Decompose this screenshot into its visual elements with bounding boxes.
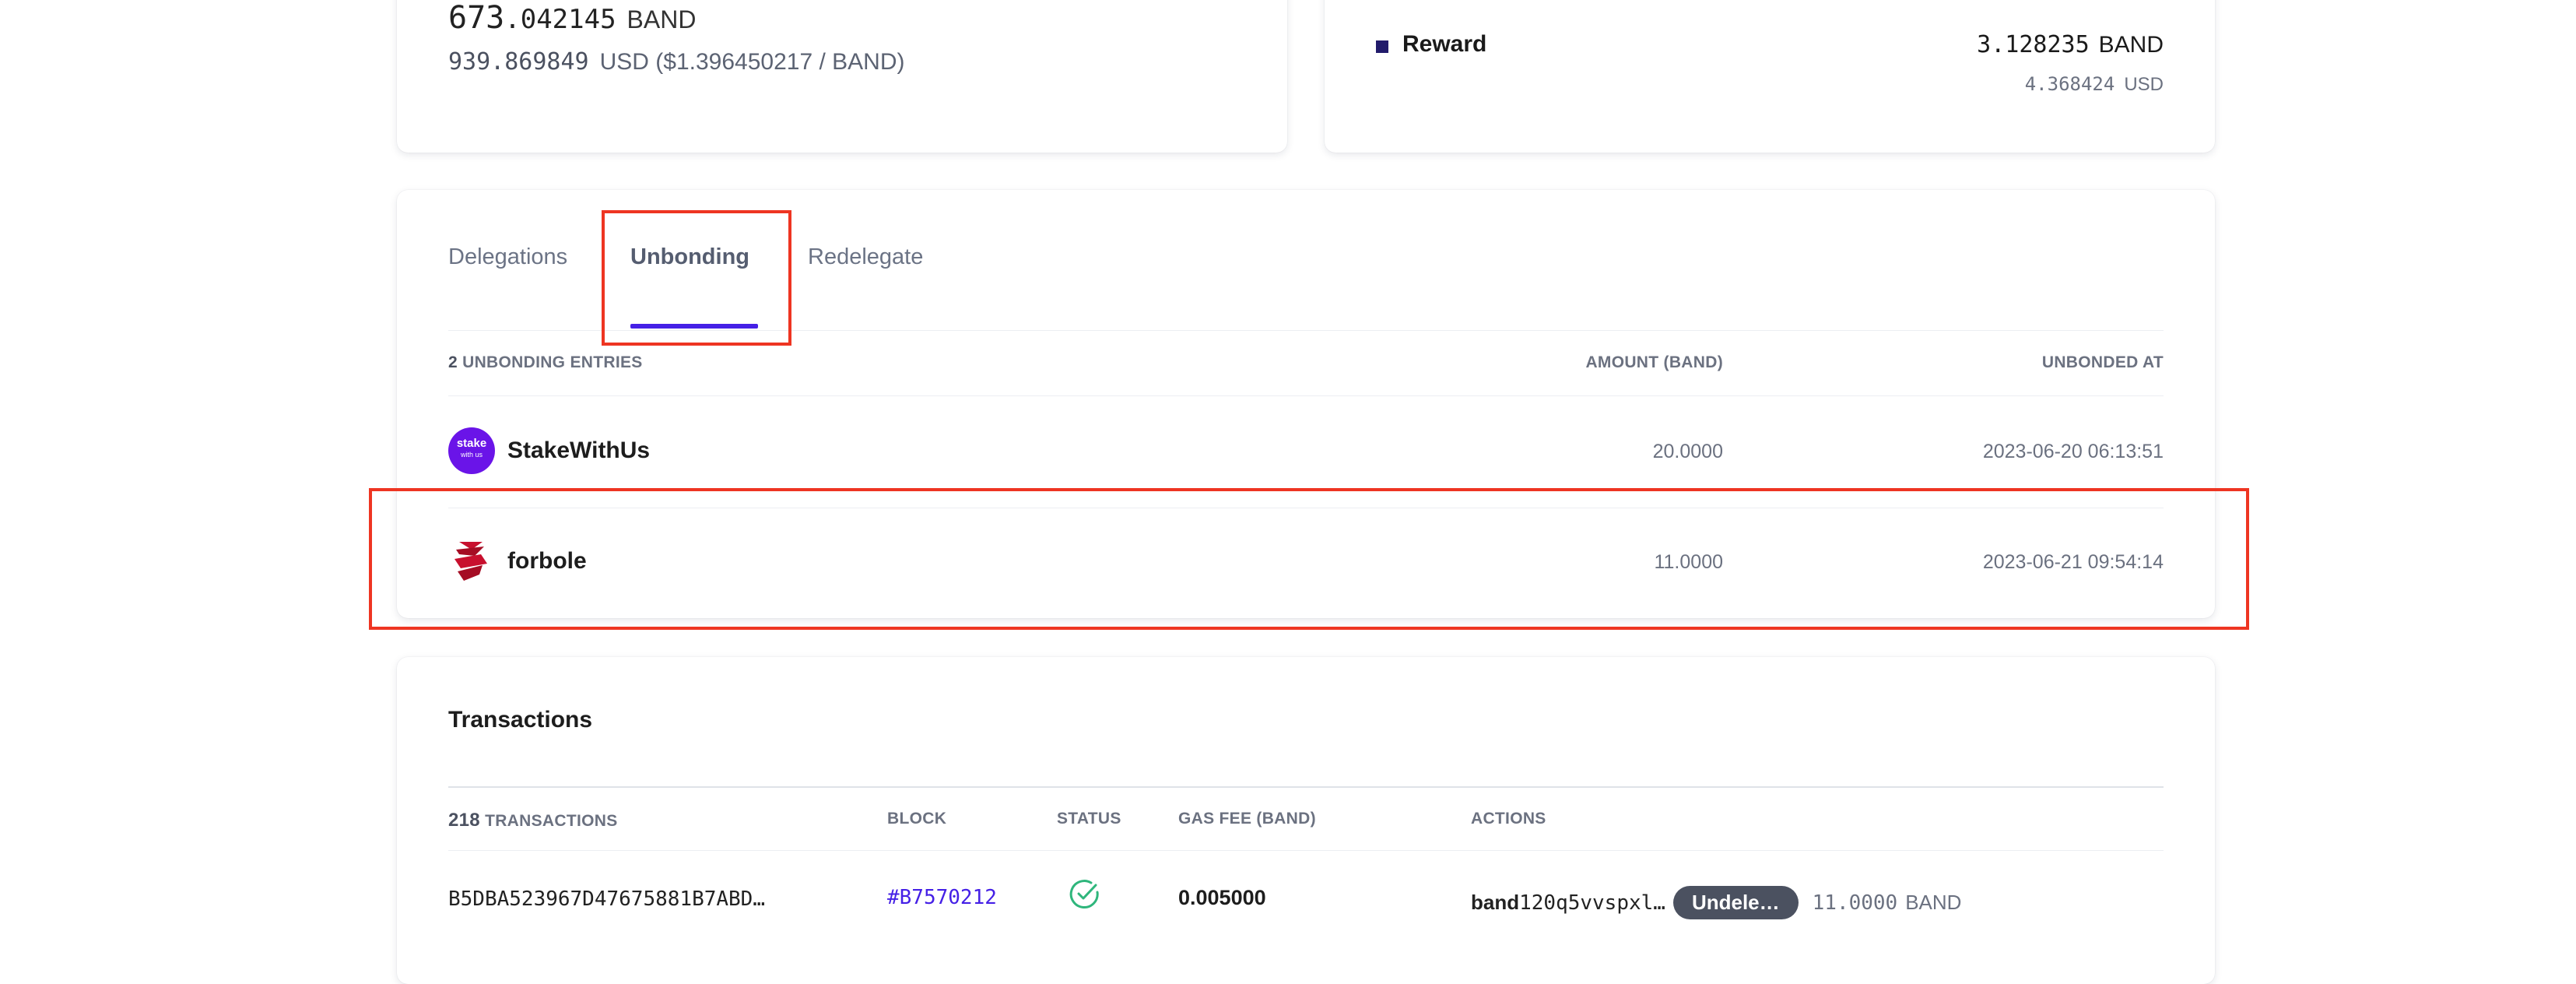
address-rest: 120q5vvspxl… (1519, 891, 1665, 915)
reward-usd-value: 4.368424 (2024, 73, 2115, 95)
balance-amount: 673.042145 BAND (448, 0, 696, 36)
reward-legend-square (1376, 40, 1388, 53)
transactions-divider (448, 786, 2164, 788)
balance-amount-dec: .042145 (504, 4, 616, 35)
gas-fee-value: 0.005000 (1178, 886, 1266, 909)
tx-hash-link[interactable]: B5DBA523967D47675881B7ABD… (448, 887, 765, 911)
undelegate-badge: Undele… (1672, 886, 1799, 919)
balance-amount-int: 673 (448, 0, 505, 36)
balance-usd-rate: USD ($1.396450217 / BAND) (599, 49, 905, 75)
highlight-box-forbole-row (369, 488, 2249, 630)
reward-usd-unit: USD (2124, 74, 2164, 95)
unbonded-at-time: 2023-06-20 06:13:51 (1982, 441, 2164, 462)
amount-column-header: AMOUNT (BAND) (1585, 353, 1723, 371)
transactions-count-header: 218 TRANSACTIONS (448, 810, 618, 831)
reward-card: Reward 3.128235 BAND 4.368424 USD (1325, 0, 2215, 153)
reward-amount-value: 3.128235 (1977, 31, 2090, 58)
tab-delegations[interactable]: Delegations (448, 244, 567, 270)
validator-name[interactable]: StakeWithUs (507, 438, 650, 464)
status-column-header: STATUS (1057, 810, 1121, 828)
header-divider (448, 395, 2164, 396)
stakewithus-logo-text: stake (456, 437, 487, 450)
unbonding-count: 2 (448, 353, 458, 371)
action-amount-value: 11.0000 (1812, 891, 1898, 915)
reward-label: Reward (1402, 31, 1487, 57)
address-prefix: band (1471, 891, 1520, 914)
reward-usd: 4.368424 USD (2025, 73, 2164, 96)
reward-unit: BAND (2098, 32, 2164, 58)
balance-usd: 939.869849 USD ($1.396450217 / BAND) (448, 48, 905, 76)
balance-card: 673.042145 BAND 939.869849 USD ($1.3964502… (397, 0, 1287, 153)
balance-usd-value: 939.869849 (448, 48, 589, 76)
action-amount: 11.0000 BAND (1813, 891, 1962, 915)
transactions-count-label: TRANSACTIONS (485, 812, 618, 830)
stakewithus-logo-icon: stake with us (448, 427, 495, 474)
transactions-title: Transactions (448, 707, 593, 733)
action-amount-unit: BAND (1905, 891, 1962, 914)
tab-redelegate[interactable]: Redelegate (808, 244, 923, 270)
block-column-header: BLOCK (887, 810, 947, 828)
highlight-box-unbonding-tab (602, 210, 791, 346)
unbonding-amount: 20.0000 (1652, 441, 1723, 462)
reward-amount: 3.128235 BAND (1977, 31, 2164, 58)
unbonding-entries-label: UNBONDING ENTRIES (462, 353, 643, 371)
block-link[interactable]: #B7570212 (887, 886, 997, 909)
gas-fee-column-header: GAS FEE (BAND) (1178, 810, 1316, 828)
unbonding-entries-header: 2 UNBONDING ENTRIES (448, 353, 643, 372)
tx-action: band120q5vvspxl… Undele… 11.0000 BAND (1471, 886, 1961, 919)
tx-header-divider (448, 850, 2164, 851)
success-check-icon (1069, 880, 1099, 908)
validator-address-link[interactable]: band120q5vvspxl… (1471, 891, 1665, 915)
transactions-count: 218 (448, 810, 480, 831)
balance-unit: BAND (626, 5, 697, 33)
actions-column-header: ACTIONS (1471, 810, 1546, 828)
unbonded-at-column-header: UNBONDED AT (2041, 353, 2164, 371)
stakewithus-logo-subtext: with us (460, 451, 483, 459)
transactions-card: Transactions 218 TRANSACTIONS BLOCK STAT… (397, 657, 2215, 984)
